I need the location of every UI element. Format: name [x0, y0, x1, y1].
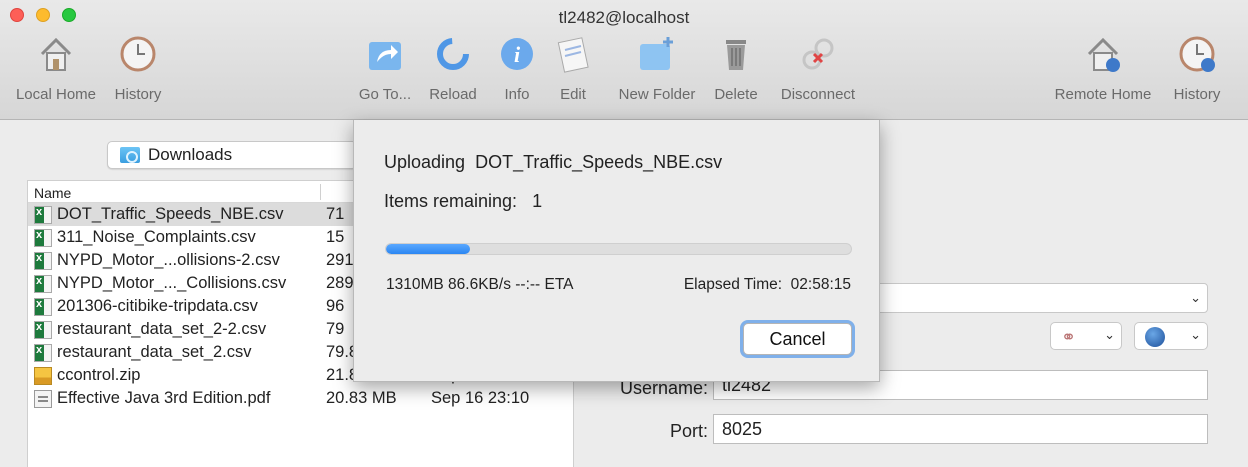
file-name: ccontrol.zip: [57, 366, 141, 384]
info-label: Info: [504, 86, 530, 103]
edit-icon: [557, 37, 589, 73]
edit-label: Edit: [560, 86, 586, 103]
local-folder-label: Downloads: [148, 145, 233, 164]
pdf-icon: [34, 389, 52, 408]
file-size: 71: [326, 205, 345, 223]
delete-button[interactable]: Delete: [708, 34, 764, 103]
folder-icon: [120, 147, 140, 163]
history-right-label: History: [1173, 86, 1221, 103]
file-date: Sep 16 23:10: [431, 389, 530, 407]
port-label: Port:: [669, 421, 708, 441]
spreadsheet-icon: [34, 251, 52, 270]
archive-icon: [34, 366, 52, 385]
info-button[interactable]: i Info: [494, 34, 540, 103]
globe-icon: [1145, 327, 1165, 347]
protocol-select[interactable]: ⌄: [1134, 322, 1208, 350]
goto-label: Go To...: [358, 86, 412, 103]
chevron-down-icon: ⌄: [1190, 290, 1201, 305]
svg-text:i: i: [514, 42, 521, 67]
link-icon: ⚭: [1061, 327, 1077, 347]
file-name: NYPD_Motor_..._Collisions.csv: [57, 274, 287, 292]
upload-progress-sheet: Uploading DOT_Traffic_Speeds_NBE.csv Ite…: [353, 120, 880, 382]
elapsed-time: Elapsed Time: 02:58:15: [684, 276, 851, 294]
edit-button[interactable]: Edit: [550, 34, 596, 103]
local-folder-select[interactable]: Downloads: [107, 141, 357, 169]
new-folder-button[interactable]: New Folder: [608, 34, 706, 103]
history-left-button[interactable]: History: [108, 34, 168, 103]
items-remaining-label: Items remaining:: [384, 191, 518, 211]
uploading-filename: DOT_Traffic_Speeds_NBE.csv: [475, 152, 723, 172]
spreadsheet-icon: [34, 228, 52, 247]
window-chrome: tl2482@localhost Local Home History Go T…: [0, 0, 1248, 120]
reload-label: Reload: [429, 86, 477, 103]
column-name-header[interactable]: Name: [34, 185, 71, 201]
local-home-button[interactable]: Local Home: [6, 34, 106, 103]
new-folder-icon: [640, 37, 673, 70]
new-folder-label: New Folder: [618, 86, 696, 103]
info-icon: i: [501, 38, 533, 70]
chevron-down-icon: ⌄: [1104, 327, 1115, 342]
history-left-label: History: [114, 86, 162, 103]
window-title: tl2482@localhost: [558, 8, 690, 27]
upload-progress-fill: [386, 244, 470, 254]
port-field[interactable]: 8025: [713, 414, 1208, 444]
chevron-down-icon: ⌄: [1190, 327, 1201, 342]
file-name: 311_Noise_Complaints.csv: [57, 228, 256, 246]
clock-icon: [120, 36, 156, 72]
column-separator: [320, 184, 321, 200]
file-name: Effective Java 3rd Edition.pdf: [57, 389, 271, 407]
uploading-label: Uploading: [384, 152, 466, 172]
bookmark-select[interactable]: ⚭ ⌄: [1050, 322, 1122, 350]
remote-home-button[interactable]: Remote Home: [1046, 34, 1160, 103]
file-size: 20.83 MB: [326, 389, 397, 407]
remote-home-label: Remote Home: [1054, 86, 1152, 103]
delete-label: Delete: [714, 86, 758, 103]
transfer-stats: 1310MB 86.6KB/s --:-- ETA: [386, 276, 574, 293]
items-remaining-value: 1: [532, 191, 543, 211]
file-name: restaurant_data_set_2-2.csv: [57, 320, 267, 338]
goto-button[interactable]: Go To...: [353, 34, 417, 103]
file-name: DOT_Traffic_Speeds_NBE.csv: [57, 205, 284, 223]
trash-icon: [726, 40, 746, 70]
elapsed-value: 02:58:15: [790, 276, 851, 293]
disconnect-label: Disconnect: [780, 86, 856, 103]
upload-progress-bar: [385, 243, 852, 255]
file-size: 96: [326, 297, 345, 315]
disconnect-button[interactable]: Disconnect: [771, 34, 865, 103]
uploading-line: Uploading DOT_Traffic_Speeds_NBE.csv: [384, 152, 722, 173]
file-size: 79: [326, 320, 345, 338]
remote-clock-icon: [1179, 36, 1215, 72]
disconnect-icon: [802, 38, 834, 70]
spreadsheet-icon: [34, 274, 52, 293]
file-name: restaurant_data_set_2.csv: [57, 343, 252, 361]
spreadsheet-icon: [34, 205, 52, 224]
file-size: 291: [326, 251, 354, 269]
goto-folder-icon: [369, 42, 401, 70]
file-size: 289: [326, 274, 354, 292]
local-home-label: Local Home: [15, 86, 97, 103]
items-remaining-line: Items remaining: 1: [384, 191, 542, 212]
file-size: 15: [326, 228, 345, 246]
spreadsheet-icon: [34, 343, 52, 362]
history-right-button[interactable]: History: [1166, 34, 1228, 103]
file-row[interactable]: Effective Java 3rd Edition.pdf 20.83 MB Se…: [28, 387, 573, 410]
file-name: NYPD_Motor_...ollisions-2.csv: [57, 251, 280, 269]
spreadsheet-icon: [34, 297, 52, 316]
file-name: 201306-citibike-tripdata.csv: [57, 297, 258, 315]
cancel-button[interactable]: Cancel: [743, 323, 852, 355]
elapsed-label: Elapsed Time:: [683, 276, 783, 293]
house-icon: [40, 37, 72, 71]
remote-house-icon: [1087, 37, 1120, 72]
reload-icon: [437, 38, 469, 70]
spreadsheet-icon: [34, 320, 52, 339]
reload-button[interactable]: Reload: [422, 34, 484, 103]
